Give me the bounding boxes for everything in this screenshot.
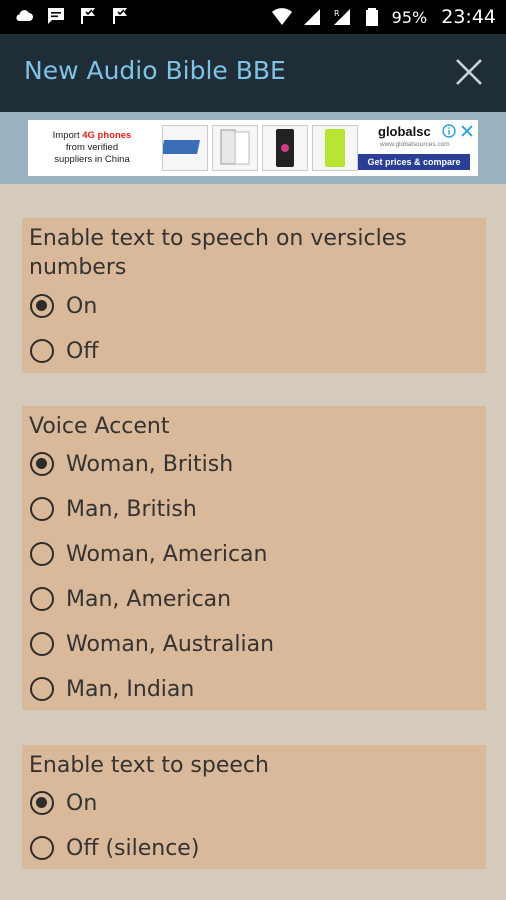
radio-label: Man, American <box>66 586 232 612</box>
radio-option-man-indian[interactable]: Man, Indian <box>30 669 194 709</box>
radio-checked-icon <box>30 452 54 476</box>
group-title: Enable text to speech <box>29 753 269 778</box>
signal-icon <box>303 9 320 25</box>
radio-unchecked-icon <box>30 632 54 656</box>
ad-text: Import 4G phones from verified suppliers… <box>28 130 156 166</box>
ad-close-icon[interactable] <box>460 124 474 138</box>
radio-option-woman-american[interactable]: Woman, American <box>30 534 267 574</box>
radio-unchecked-icon <box>30 587 54 611</box>
radio-label: On <box>66 293 98 319</box>
cloud-icon <box>16 10 33 21</box>
radio-label: On <box>66 790 98 816</box>
radio-option-man-american[interactable]: Man, American <box>30 579 231 619</box>
radio-option-on[interactable]: On <box>30 783 97 823</box>
radio-label: Man, British <box>66 496 197 522</box>
radio-unchecked-icon <box>30 677 54 701</box>
svg-text:R: R <box>334 9 340 18</box>
pref-group-tts: Enable text to speech On Off (silence) <box>22 745 486 869</box>
radio-label: Off (silence) <box>66 835 200 861</box>
clock: 23:44 <box>441 6 496 28</box>
ad-line2: from verified <box>65 142 119 153</box>
ad-banner[interactable]: Import 4G phones from verified suppliers… <box>28 120 478 176</box>
radio-option-woman-australian[interactable]: Woman, Australian <box>30 624 274 664</box>
radio-option-off-silence[interactable]: Off (silence) <box>30 828 199 868</box>
ad-brand-name: globalsc <box>378 124 431 139</box>
radio-checked-icon <box>30 791 54 815</box>
radio-label: Off <box>66 338 99 364</box>
ad-phone-image <box>212 125 258 171</box>
radio-option-on[interactable]: On <box>30 286 97 326</box>
battery-percent: 95% <box>391 7 428 27</box>
info-icon[interactable] <box>442 124 456 138</box>
radio-unchecked-icon <box>30 339 54 363</box>
ad-banner-container: Import 4G phones from verified suppliers… <box>0 112 506 184</box>
check-flag-icon <box>81 8 95 24</box>
radio-label: Man, Indian <box>66 676 195 702</box>
ad-brand: globalsc www.globalsources.com Get price… <box>358 122 476 174</box>
radio-unchecked-icon <box>30 542 54 566</box>
pref-group-voice-accent: Voice Accent Woman, British Man, British… <box>22 406 486 710</box>
ad-cta-button[interactable]: Get prices & compare <box>358 154 470 170</box>
ad-product-images <box>161 125 358 171</box>
group-title: Voice Accent <box>29 414 170 439</box>
message-icon <box>48 8 64 24</box>
status-bar-notifications <box>14 6 130 26</box>
ad-phone-image <box>161 125 208 171</box>
radio-option-woman-british[interactable]: Woman, British <box>30 444 233 484</box>
radio-option-man-british[interactable]: Man, British <box>30 489 197 529</box>
battery-icon <box>365 8 378 26</box>
close-icon[interactable] <box>454 57 484 87</box>
ad-line3: suppliers in China <box>54 154 130 165</box>
page-title: New Audio Bible BBE <box>24 56 286 85</box>
radio-option-off[interactable]: Off <box>30 331 98 371</box>
radio-label: Woman, American <box>66 541 268 567</box>
app-bar: New Audio Bible BBE <box>0 34 506 112</box>
radio-unchecked-icon <box>30 497 54 521</box>
status-bar-system: R 95% 23:44 <box>271 0 496 34</box>
ad-line1-prefix: Import <box>52 130 83 141</box>
ad-line1-highlight: 4G phones <box>82 130 132 141</box>
signal-r-icon: R <box>333 9 350 25</box>
ad-phone-image <box>262 125 308 171</box>
group-title: Enable text to speech on versicles numbe… <box>29 226 407 280</box>
radio-label: Woman, British <box>66 451 234 477</box>
radio-label: Woman, Australian <box>66 631 275 657</box>
check-flag-icon <box>113 8 127 24</box>
ad-phone-image <box>312 125 358 171</box>
status-bar: R 95% 23:44 <box>0 0 506 34</box>
ad-brand-url: www.globalsources.com <box>380 141 450 148</box>
pref-group-versicle-tts: Enable text to speech on versicles numbe… <box>22 218 486 373</box>
wifi-icon <box>271 8 292 25</box>
radio-checked-icon <box>30 294 54 318</box>
radio-unchecked-icon <box>30 836 54 860</box>
